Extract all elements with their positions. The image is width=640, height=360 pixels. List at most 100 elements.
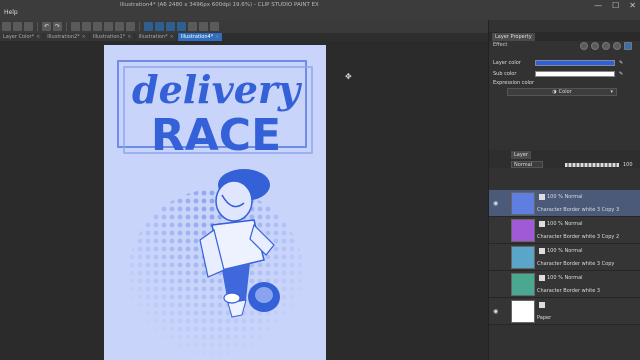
layer-item[interactable]: 100 % Normal Character Border white 3 Co… — [489, 217, 640, 244]
new-file-icon[interactable] — [2, 22, 11, 31]
snap-ruler-icon[interactable] — [144, 22, 153, 31]
layer-mode: 100 % Normal — [539, 275, 583, 281]
close-tab-icon[interactable]: × — [127, 34, 131, 40]
chevron-down-icon: ▾ — [610, 89, 613, 95]
artboard[interactable]: delivery RACE — [104, 45, 326, 360]
perspective-icon[interactable] — [177, 22, 186, 31]
layer-list: ◉ 100 % Normal Character Border white 3 … — [489, 190, 640, 325]
layer-thumbnail — [511, 192, 535, 215]
layer-opacity: 100 % Normal — [547, 194, 583, 200]
tab-illustration[interactable]: Illustration* × — [135, 33, 177, 41]
transform-icon[interactable] — [93, 22, 102, 31]
eye-icon[interactable]: ◉ — [493, 308, 498, 315]
tab-label: Illustration4* — [180, 34, 214, 40]
text-effect-icon[interactable] — [613, 42, 621, 50]
toolbar-divider — [139, 22, 140, 31]
window-controls: — ☐ ✕ — [594, 1, 636, 10]
close-tab-icon[interactable]: × — [170, 34, 174, 40]
title-block: RACE — [151, 110, 281, 161]
border-effect-icon[interactable] — [580, 42, 588, 50]
right-panel: Layer Property Effect Layer color ✎ Sub … — [488, 20, 640, 360]
layer-color-effect-icon[interactable] — [624, 42, 632, 50]
eyedropper-icon[interactable]: ✎ — [619, 71, 623, 77]
layer-name: Character Border white 3 Copy — [537, 261, 615, 267]
select-all-icon[interactable] — [126, 22, 135, 31]
layer-opacity: 100 % Normal — [547, 248, 583, 254]
window-title: Illustration4* (A6 2480 x 3496px 600dpi … — [120, 2, 319, 8]
menu-help[interactable]: Help — [4, 9, 18, 16]
color-wheel-icon: ◑ — [552, 89, 557, 95]
open-file-icon[interactable] — [13, 22, 22, 31]
expression-color-label: Expression color — [493, 80, 535, 86]
layer-color-label: Layer color — [493, 60, 521, 66]
paper-layer-icon — [539, 302, 545, 308]
deselect-icon[interactable] — [104, 22, 113, 31]
halftone-background — [128, 189, 304, 360]
blend-mode-dropdown[interactable]: Normal — [511, 161, 543, 168]
document-tabs: Layer Color* × Illustration2* × Illustrati… — [0, 33, 488, 41]
tab-illustration4[interactable]: Illustration4* × — [177, 33, 223, 41]
sub-color-label: Sub color — [493, 71, 517, 77]
title-script: delivery — [132, 67, 303, 112]
layer-item[interactable]: 100 % Normal Character Border white 3 — [489, 271, 640, 298]
layer-item[interactable]: ◉ 100 % Normal Character Border white 3 … — [489, 190, 640, 217]
tab-illustration2[interactable]: Illustration2* × — [44, 33, 89, 41]
tab-label: Layer Color* — [3, 34, 35, 40]
snap-grid-icon[interactable] — [166, 22, 175, 31]
layer-type-icon — [539, 194, 545, 200]
clear-icon[interactable] — [71, 22, 80, 31]
layer-color-row: Layer color ✎ — [493, 59, 635, 67]
sub-color-row: Sub color ✎ — [493, 70, 635, 78]
layer-mode: 100 % Normal — [539, 248, 583, 254]
redo-icon[interactable]: ↷ — [53, 22, 62, 31]
tab-layer[interactable]: Layer — [511, 151, 531, 159]
undo-icon[interactable]: ↶ — [42, 22, 51, 31]
layer-color-swatch[interactable] — [535, 60, 615, 66]
layer-type-icon — [539, 248, 545, 254]
tab-illustration1[interactable]: Illustration1* × — [89, 33, 135, 41]
layer-type-icon — [539, 221, 545, 227]
layer-mode: 100 % Normal — [539, 194, 583, 200]
invert-selection-icon[interactable] — [115, 22, 124, 31]
layer-name: Paper — [537, 315, 552, 321]
command-bar: ↶ ↷ — [0, 20, 488, 33]
tab-layer-color[interactable]: Layer Color* × — [0, 33, 44, 41]
layer-item[interactable]: ◉ Paper — [489, 298, 640, 325]
expression-color-dropdown[interactable]: ◑ Color ▾ — [507, 88, 617, 96]
toolbar-divider — [66, 22, 67, 31]
sub-color-swatch[interactable] — [535, 71, 615, 77]
cursor-icon: ✥ — [345, 72, 352, 81]
effect-icons — [580, 42, 632, 50]
layer-thumbnail — [511, 300, 535, 323]
fill-icon[interactable] — [82, 22, 91, 31]
toolbar-divider — [37, 22, 38, 31]
layer-name: Character Border white 3 Copy 3 — [537, 207, 620, 213]
color-wheel-icon[interactable] — [199, 22, 208, 31]
close-tab-icon[interactable]: × — [82, 34, 86, 40]
layer-type-icon — [539, 275, 545, 281]
minimize-button[interactable]: — — [594, 1, 602, 10]
toggle-icon[interactable] — [210, 22, 219, 31]
maximize-button[interactable]: ☐ — [612, 1, 619, 10]
save-icon[interactable] — [24, 22, 33, 31]
opacity-slider[interactable] — [565, 163, 619, 167]
layer-name: Character Border white 3 Copy 2 — [537, 234, 620, 240]
layer-mode: 100 % Normal — [539, 221, 583, 227]
close-tab-icon[interactable]: × — [36, 34, 40, 40]
eye-icon[interactable]: ◉ — [493, 200, 498, 207]
settings-icon[interactable] — [188, 22, 197, 31]
close-tab-icon[interactable]: × — [215, 34, 219, 40]
tab-layer-property[interactable]: Layer Property — [492, 32, 535, 41]
extract-line-icon[interactable] — [591, 42, 599, 50]
layer-mode — [539, 302, 545, 308]
close-button[interactable]: ✕ — [629, 1, 636, 10]
tone-icon[interactable] — [602, 42, 610, 50]
eyedropper-icon[interactable]: ✎ — [619, 60, 623, 66]
canvas-area[interactable]: delivery RACE ✥ — [0, 41, 488, 360]
layer-item[interactable]: 100 % Normal Character Border white 3 Co… — [489, 244, 640, 271]
snap-special-ruler-icon[interactable] — [155, 22, 164, 31]
menu-bar: Help Illustration4* (A6 2480 x 3496px 60… — [0, 0, 640, 20]
layer-thumbnail — [511, 219, 535, 242]
artwork-image: delivery RACE — [117, 60, 313, 360]
layer-opacity: 100 % Normal — [547, 275, 583, 281]
